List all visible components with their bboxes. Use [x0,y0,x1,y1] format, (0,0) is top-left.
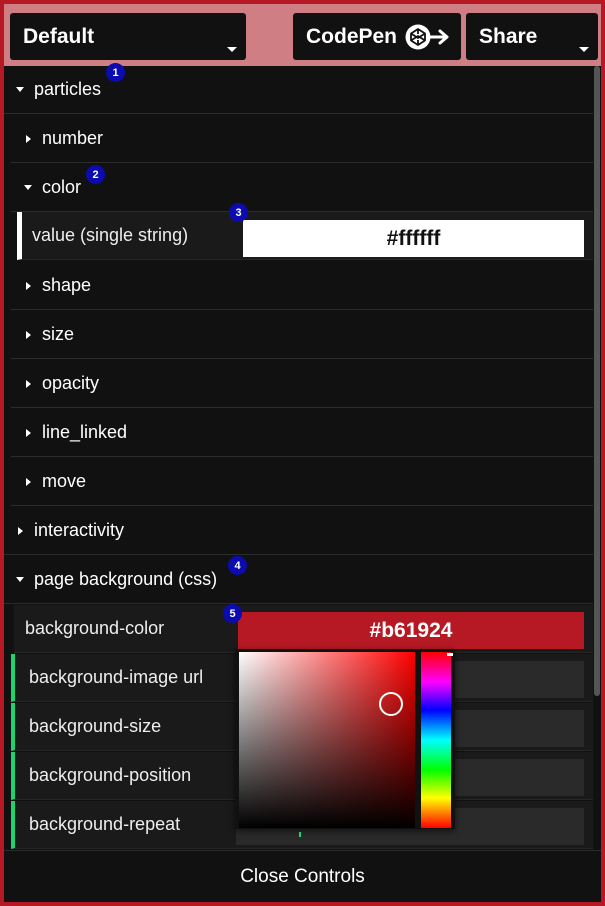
share-button[interactable]: Share [466,13,598,60]
folder-label: interactivity [34,520,125,540]
preset-select[interactable]: Default [10,13,246,60]
hue-handle[interactable] [447,653,453,656]
color-value-field[interactable]: #ffffff [243,220,584,257]
color-picker [235,649,455,837]
color-value-text: #ffffff [386,226,441,250]
annotation-marker: 5 [223,604,242,623]
background-color-text: #b61924 [369,618,453,642]
chevron-down-icon [14,87,26,92]
folder-opacity[interactable]: opacity [11,360,593,408]
annotation-marker: 4 [228,556,247,575]
picker-indicator [299,832,301,837]
folder-label: size [42,324,75,344]
chevron-right-icon [22,134,34,143]
folder-label: move [42,471,87,491]
background-color-field[interactable]: #b61924 [238,612,584,649]
picker-handle[interactable] [379,692,403,716]
background-size-label: background-size [29,716,162,736]
codepen-button[interactable]: CodePen [293,13,461,60]
folder-label: color [42,177,82,197]
chevron-down-icon [227,34,237,58]
folder-page-background[interactable]: page background (css) [4,556,593,604]
background-position-label: background-position [29,765,192,785]
folder-label: shape [42,275,92,295]
annotation-marker: 3 [229,203,248,222]
hue-slider[interactable] [421,652,453,828]
controls-panel: particles number color value (single str… [4,63,601,902]
chevron-right-icon [22,281,34,290]
background-image-label: background-image url [29,667,204,687]
codepen-label: CodePen [306,24,398,48]
scrollbar[interactable] [593,66,601,696]
share-label: Share [479,24,538,48]
codepen-icon [404,22,450,58]
folder-interactivity[interactable]: interactivity [4,507,593,555]
chevron-down-icon [579,34,589,58]
folder-number[interactable]: number [11,115,593,163]
chevron-down-icon [22,185,34,190]
value-label: value (single string) [32,225,189,245]
folder-label: line_linked [42,422,128,442]
folder-label: page background (css) [34,569,218,589]
folder-label: particles [34,79,102,99]
close-controls-button[interactable]: Close Controls [4,850,601,902]
folder-line-linked[interactable]: line_linked [11,409,593,457]
scrollbar-thumb[interactable] [594,66,600,696]
chevron-right-icon [22,428,34,437]
background-repeat-label: background-repeat [29,814,181,834]
folder-move[interactable]: move [11,458,593,506]
preset-label: Default [23,24,95,48]
annotation-marker: 1 [106,63,125,82]
folder-label: number [42,128,104,148]
chevron-down-icon [14,577,26,582]
annotation-marker: 2 [86,165,105,184]
top-toolbar: Default CodePen Share [4,4,601,66]
saturation-value-area[interactable] [239,652,415,828]
chevron-right-icon [22,330,34,339]
folder-size[interactable]: size [11,311,593,359]
close-controls-label: Close Controls [240,865,365,887]
background-color-label: background-color [25,618,165,638]
folder-particles[interactable]: particles [4,66,593,114]
chevron-right-icon [22,477,34,486]
folder-label: opacity [42,373,100,393]
chevron-right-icon [14,526,26,535]
chevron-right-icon [22,379,34,388]
folder-shape[interactable]: shape [11,262,593,310]
